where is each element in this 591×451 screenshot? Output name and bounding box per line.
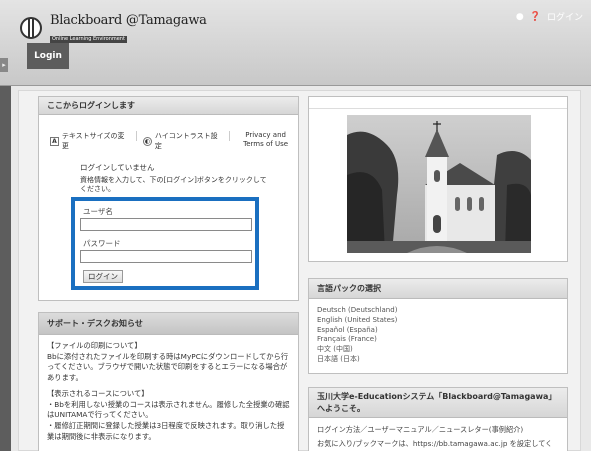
language-panel-title: 言語パックの選択 <box>309 279 567 299</box>
blackboard-logo[interactable]: Blackboard @Tamagawa Online Learning Env… <box>20 12 207 43</box>
password-label: パスワード <box>83 239 121 248</box>
login-instruction: 資格情報を入力して、下の[ログイン]ボタンをクリックしてください。 <box>80 176 267 194</box>
language-list: Deutsch (Deutschland) English (United St… <box>309 299 567 372</box>
divider <box>136 131 138 141</box>
campus-chapel-image <box>347 115 531 253</box>
contrast-icon: ◐ <box>143 136 152 146</box>
header-bar: Blackboard @Tamagawa Online Learning Env… <box>0 0 591 86</box>
support-content: 【ファイルの印刷について】 Bbに添付されたファイルを印刷する時はMyPCにダウ… <box>39 335 298 451</box>
notice-text: ・Bbを利用しない授業のコースは表示されません。履修した全授業の確認はUNITA… <box>47 399 290 420</box>
logo-title: Blackboard @Tamagawa <box>50 12 207 28</box>
image-panel-header <box>309 97 567 109</box>
home-icon[interactable]: ● <box>516 12 524 22</box>
bookmark-notice: お気に入り/ブックマークは、https://bb.tamagawa.ac.jp … <box>317 438 553 448</box>
language-item[interactable]: Français (France) <box>317 335 559 345</box>
notice-text: Bbに添付されたファイルを印刷する時はMyPCにダウンロードしてから行ってくださ… <box>47 351 289 382</box>
language-item[interactable]: English (United States) <box>317 316 559 326</box>
welcome-content: ログイン方法／ユーザーマニュアル／ニュースレター(事例紹介) お気に入り/ブック… <box>309 418 567 451</box>
help-icon[interactable]: ❓ <box>530 12 541 22</box>
logo-subtitle: Online Learning Environment <box>50 35 127 43</box>
tab-login[interactable]: Login <box>27 43 69 69</box>
language-item[interactable]: Deutsch (Deutschland) <box>317 306 559 316</box>
login-button[interactable]: ログイン <box>83 270 123 283</box>
text-size-button[interactable]: A テキストサイズの変更 <box>50 131 130 151</box>
image-panel <box>308 96 568 262</box>
logo-icon <box>20 17 42 39</box>
welcome-panel: 玉川大学e-Educationシステム「Blackboard@Tamagawa」… <box>308 387 568 451</box>
login-form: ユーザ名 パスワード ログイン <box>71 197 259 290</box>
manual-links[interactable]: ログイン方法／ユーザーマニュアル／ニュースレター(事例紹介) <box>317 423 559 437</box>
username-label: ユーザ名 <box>83 207 113 216</box>
notice-heading: 【表示されるコースについて】 <box>47 389 149 399</box>
notice-heading: 【ファイルの印刷について】 <box>47 341 142 350</box>
support-panel-title: サポート・デスクお知らせ <box>39 313 298 335</box>
language-item[interactable]: Español (España) <box>317 326 559 336</box>
support-panel: サポート・デスクお知らせ 【ファイルの印刷について】 Bbに添付されたファイルを… <box>38 312 299 451</box>
notice-text: ・履修訂正期間に登録した授業は3日程度で反映されます。取り消した授業は期間後に非… <box>47 421 285 441</box>
accessibility-options: A テキストサイズの変更 ◐ ハイコントラスト設定 Privacy and Te… <box>50 131 295 151</box>
high-contrast-label: ハイコントラスト設定 <box>154 132 218 150</box>
text-size-label: テキストサイズの変更 <box>61 132 125 150</box>
password-input[interactable] <box>80 250 252 263</box>
login-panel-title: ここからログインします <box>39 97 298 115</box>
language-pack-panel: 言語パックの選択 Deutsch (Deutschland) English (… <box>308 278 568 374</box>
welcome-panel-title: 玉川大学e-Educationシステム「Blackboard@Tamagawa」… <box>309 388 567 418</box>
username-input[interactable] <box>80 218 252 231</box>
language-item[interactable]: 中文 (中国) <box>317 345 559 355</box>
top-right-links: ● ❓ ログイン <box>516 10 583 24</box>
privacy-link[interactable]: Privacy and Terms of Use <box>236 131 295 149</box>
top-login-link[interactable]: ログイン <box>547 10 583 23</box>
collapse-toggle[interactable]: ▸ <box>0 58 8 72</box>
text-size-icon: A <box>50 136 59 146</box>
language-item[interactable]: 日本語 (日本) <box>317 355 559 365</box>
divider <box>229 131 231 141</box>
high-contrast-button[interactable]: ◐ ハイコントラスト設定 <box>143 131 223 151</box>
login-status: ログインしていません <box>80 163 155 172</box>
